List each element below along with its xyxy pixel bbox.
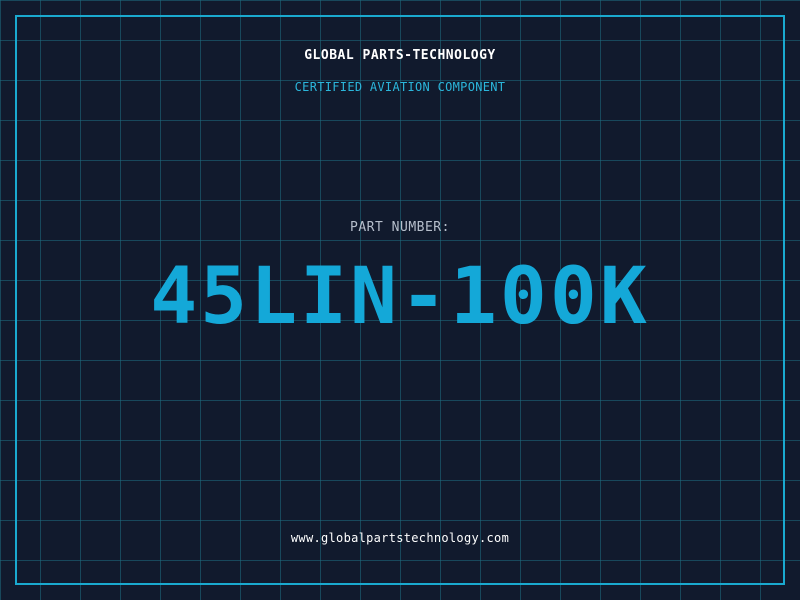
part-card: GLOBAL PARTS-TECHNOLOGY CERTIFIED AVIATI… (0, 0, 800, 600)
certification-tagline: CERTIFIED AVIATION COMPONENT (294, 80, 506, 94)
part-number-value: 45LIN-100K (150, 252, 650, 342)
website-url: www.globalpartstechnology.com (290, 531, 510, 545)
part-number-label: PART NUMBER: (350, 220, 450, 235)
company-name: GLOBAL PARTS-TECHNOLOGY (304, 48, 496, 63)
